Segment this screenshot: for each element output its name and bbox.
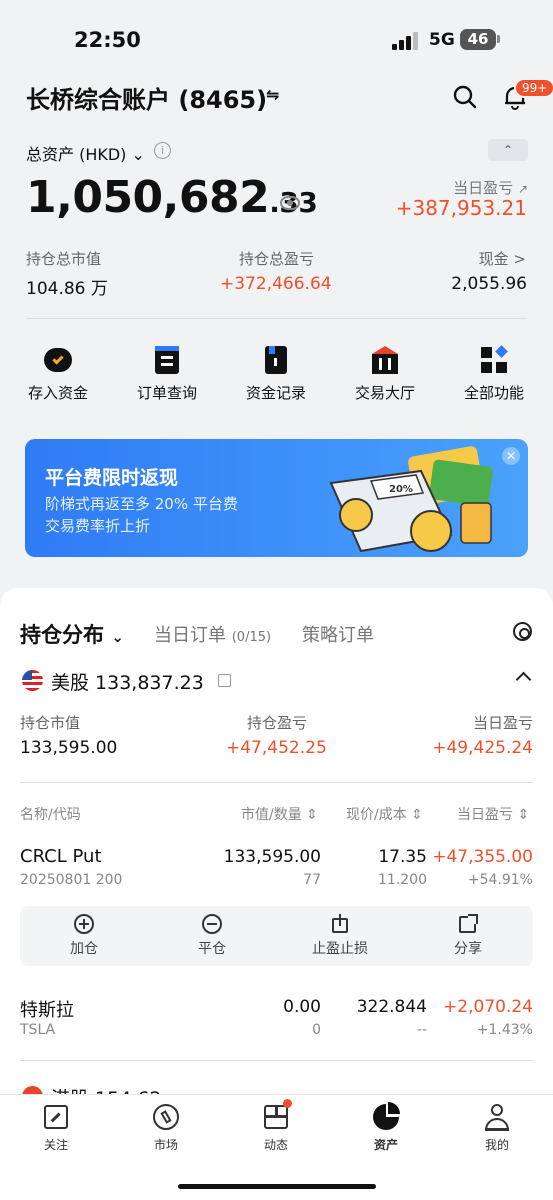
- position-code: TSLA: [20, 1022, 56, 1038]
- assets-icon: [373, 1102, 400, 1130]
- settings-icon[interactable]: [513, 622, 532, 641]
- nav-watchlist[interactable]: 关注: [16, 1104, 96, 1153]
- stat-value-total-pl: +372,466.64: [220, 274, 332, 294]
- trading-hall-icon: [371, 346, 399, 374]
- order-query-icon: [153, 346, 181, 374]
- sort-icon: ⇕: [517, 807, 530, 823]
- quick-action-trading-hall[interactable]: 交易大厅: [335, 346, 435, 403]
- position-day-pct: +54.91%: [467, 872, 533, 888]
- divider: [26, 318, 527, 319]
- position-price: 17.35: [378, 847, 427, 867]
- plus-circle-icon: [74, 914, 94, 934]
- stat-value-market-value: 104.86 万: [26, 279, 108, 299]
- position-market-value: 0.00: [283, 997, 321, 1017]
- col-name: 名称/代码: [20, 807, 81, 823]
- position-cost: --: [416, 1022, 427, 1038]
- position-day-pl: +47,355.00: [432, 847, 533, 867]
- status-time: 22:50: [74, 28, 141, 52]
- us-value-day-pl: +49,425.24: [432, 738, 533, 758]
- stat-value-cash: 2,055.96: [451, 274, 527, 294]
- day-pl-label[interactable]: 当日盈亏 ↗: [453, 177, 528, 198]
- nav-profile[interactable]: 我的: [457, 1104, 537, 1153]
- quick-action-all-functions[interactable]: 全部功能: [444, 345, 544, 403]
- us-label-day-pl: 当日盈亏: [472, 714, 533, 732]
- position-name[interactable]: 特斯拉: [20, 996, 74, 1022]
- divider: [20, 1060, 533, 1061]
- banner-title: 平台费限时返现: [45, 467, 179, 489]
- position-qty: 77: [303, 872, 321, 888]
- close-position-button[interactable]: 平仓: [167, 914, 257, 958]
- nav-market[interactable]: 市场: [126, 1104, 206, 1153]
- sort-icon: ⇕: [306, 807, 318, 823]
- collapse-button[interactable]: ⌃: [488, 139, 528, 161]
- quick-action-orders[interactable]: 订单查询: [117, 346, 217, 403]
- sort-icon: ⇕: [411, 807, 423, 823]
- banner-close-button[interactable]: ✕: [502, 447, 520, 465]
- quick-action-deposit[interactable]: 存入资金: [8, 346, 108, 403]
- stop-loss-icon: [330, 914, 350, 934]
- promo-banner[interactable]: 平台费限时返现 阶梯式再返至多 20% 平台费 交易费率折上折 20% ✕: [25, 439, 528, 557]
- search-icon[interactable]: [452, 84, 478, 110]
- svg-text:20%: 20%: [389, 484, 413, 495]
- chevron-down-icon: ⌄: [111, 628, 124, 646]
- position-day-pl: +2,070.24: [443, 997, 533, 1017]
- all-functions-icon: [480, 345, 508, 374]
- nav-feed[interactable]: 动态: [236, 1099, 316, 1153]
- col-price[interactable]: 现价/成本 ⇕: [346, 804, 423, 824]
- banner-subtitle: 阶梯式再返至多 20% 平台费 交易费率折上折: [45, 495, 238, 535]
- divider: [20, 782, 533, 783]
- battery-icon: 46: [460, 29, 496, 50]
- position-cost: 11.200: [378, 872, 427, 888]
- fund-record-icon: [262, 346, 290, 374]
- position-qty: 0: [312, 1022, 321, 1038]
- col-day-pl[interactable]: 当日盈亏 ⇕: [457, 804, 529, 824]
- total-assets-value: 1,050,682.33: [26, 172, 318, 223]
- position-market-value: 133,595.00: [223, 847, 321, 867]
- nav-assets[interactable]: 资产: [346, 1102, 426, 1153]
- col-market-value[interactable]: 市值/数量 ⇕: [241, 804, 318, 824]
- position-day-pct: +1.43%: [476, 1022, 533, 1038]
- position-code: 20250801 200: [20, 872, 123, 888]
- tab-today-orders[interactable]: 当日订单 (0/15): [154, 621, 271, 647]
- day-pl-value: +387,953.21: [395, 196, 527, 220]
- watchlist-icon: [43, 1104, 69, 1130]
- cash-link[interactable]: 现金 >: [479, 248, 526, 269]
- swap-account-icon[interactable]: ⇋: [266, 85, 279, 104]
- info-icon[interactable]: i: [154, 142, 171, 159]
- market-icon: [153, 1104, 179, 1130]
- calculator-illustration: 20%: [329, 446, 493, 553]
- share-button[interactable]: 分享: [423, 914, 513, 958]
- minus-circle-icon: [202, 914, 222, 934]
- us-value-market-value: 133,595.00: [20, 738, 118, 758]
- us-value-pl: +47,452.25: [226, 738, 327, 758]
- us-label-pl: 持仓盈亏: [247, 714, 308, 732]
- deposit-icon: [44, 346, 72, 374]
- us-label-market-value: 持仓市值: [20, 714, 81, 732]
- external-link-icon: ↗: [517, 182, 528, 196]
- account-title[interactable]: 长桥综合账户 (8465): [26, 80, 267, 115]
- signal-icon: [392, 32, 420, 50]
- feed-icon: [263, 1099, 292, 1130]
- stat-label-total-pl: 持仓总盈亏: [239, 250, 315, 268]
- battery-tip: [497, 35, 500, 43]
- us-market-title[interactable]: 美股 133,837.23: [51, 668, 204, 695]
- quick-action-fund-records[interactable]: 资金记录: [226, 346, 326, 403]
- network-type: 5G: [429, 30, 455, 50]
- tab-strategy-orders[interactable]: 策略订单: [302, 621, 374, 647]
- stop-loss-button[interactable]: 止盈止损: [295, 914, 385, 958]
- position-name[interactable]: CRCL Put: [20, 846, 102, 867]
- eye-icon[interactable]: [280, 196, 300, 210]
- share-icon: [458, 914, 478, 934]
- chevron-down-icon: ⌄: [131, 145, 145, 164]
- add-position-button[interactable]: 加仓: [39, 914, 129, 958]
- us-flag-icon: [22, 670, 43, 691]
- notification-badge: 99+: [514, 78, 553, 98]
- tab-holdings[interactable]: 持仓分布 ⌄: [20, 619, 124, 649]
- home-indicator: [178, 1184, 376, 1189]
- external-link-icon[interactable]: [218, 674, 231, 687]
- position-price: 322.844: [356, 997, 427, 1017]
- total-assets-label[interactable]: 总资产 (HKD) ⌄: [26, 141, 145, 165]
- stat-label-market-value: 持仓总市值: [26, 250, 102, 268]
- profile-icon: [484, 1104, 510, 1131]
